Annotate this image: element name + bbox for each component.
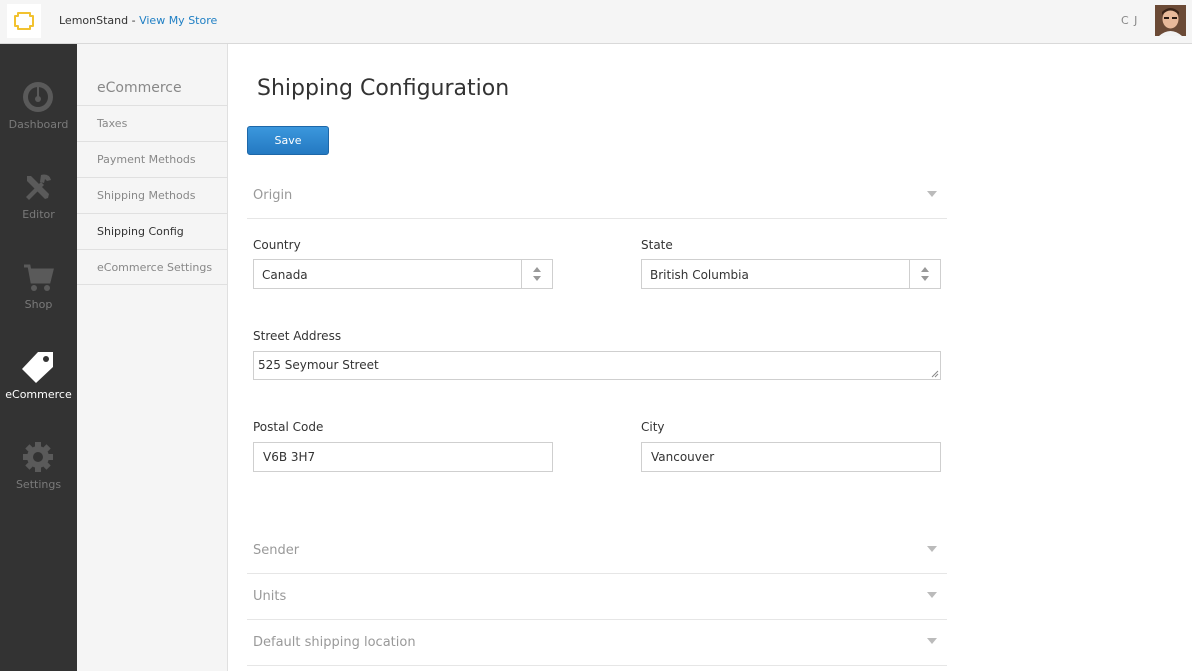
street-address-label: Street Address [253,329,342,343]
postal-code-field[interactable]: V6B 3H7 [253,442,553,472]
country-value: Canada [262,268,308,282]
dashboard-gauge-icon [23,82,53,112]
nav-item-dashboard[interactable]: Dashboard [0,78,77,158]
brand-separator: - [128,14,140,27]
nav-label-dashboard: Dashboard [8,118,69,131]
save-button[interactable]: Save [247,126,329,155]
sidebar-item-taxes[interactable]: Taxes [77,105,227,141]
cart-icon [24,264,54,291]
section-title-origin: Origin [253,188,293,203]
tools-icon [26,174,51,200]
postal-code-label: Postal Code [253,420,324,434]
country-label: Country [253,238,301,252]
nav-item-shop[interactable]: Shop [0,258,77,338]
select-arrows-icon [521,260,552,288]
chevron-down-icon [927,191,937,197]
nav-label-shop: Shop [24,298,53,311]
nav-item-settings[interactable]: Settings [0,438,77,518]
chevron-down-icon [927,546,937,552]
state-label: State [641,238,673,252]
ecommerce-sidebar: eCommerce Taxes Payment Methods Shipping… [77,44,228,671]
nav-item-editor[interactable]: Editor [0,168,77,248]
sidebar-item-shipping-config[interactable]: Shipping Config [77,213,227,249]
brand-line: LemonStand - View My Store [59,14,217,27]
tag-icon [22,352,53,383]
nav-label-settings: Settings [15,478,62,491]
gear-icon [23,442,53,472]
state-select[interactable]: British Columbia [641,259,941,289]
street-address-value: 525 Seymour Street [258,358,379,372]
section-sender-header[interactable]: Sender [247,528,947,574]
top-bar: LemonStand - View My Store C J [0,0,1192,44]
street-address-field[interactable]: 525 Seymour Street [253,351,941,380]
section-title-units: Units [253,589,287,604]
state-value: British Columbia [650,268,749,282]
nav-label-ecommerce: eCommerce [5,388,72,401]
lemonstand-logo-icon[interactable] [7,4,41,38]
brand-name: LemonStand [59,14,129,27]
nav-item-ecommerce[interactable]: eCommerce [0,348,77,428]
country-select[interactable]: Canada [253,259,553,289]
city-field[interactable]: Vancouver [641,442,941,472]
nav-label-editor: Editor [22,208,55,221]
sidebar-item-payment-methods[interactable]: Payment Methods [77,141,227,177]
city-label: City [641,420,665,434]
section-title-sender: Sender [253,543,300,558]
select-arrows-icon [909,260,940,288]
resize-grip-icon[interactable] [931,370,939,378]
section-units-header[interactable]: Units [247,574,947,620]
avatar[interactable] [1155,5,1186,36]
sidebar-item-shipping-methods[interactable]: Shipping Methods [77,177,227,213]
sidebar-item-ecommerce-settings[interactable]: eCommerce Settings [77,249,227,285]
chevron-down-icon [927,592,937,598]
section-origin-header[interactable]: Origin [247,173,947,219]
main-navigation: Dashboard Editor Shop eCommerce Settings [0,44,77,671]
user-initials[interactable]: C J [1121,14,1138,27]
section-default-shipping-location-header[interactable]: Default shipping location [247,620,947,666]
chevron-down-icon [927,638,937,644]
page-title: Shipping Configuration [257,76,510,101]
sidebar-title: eCommerce [97,80,182,96]
view-my-store-link[interactable]: View My Store [139,14,217,27]
section-title-default-shipping-location: Default shipping location [253,635,416,650]
